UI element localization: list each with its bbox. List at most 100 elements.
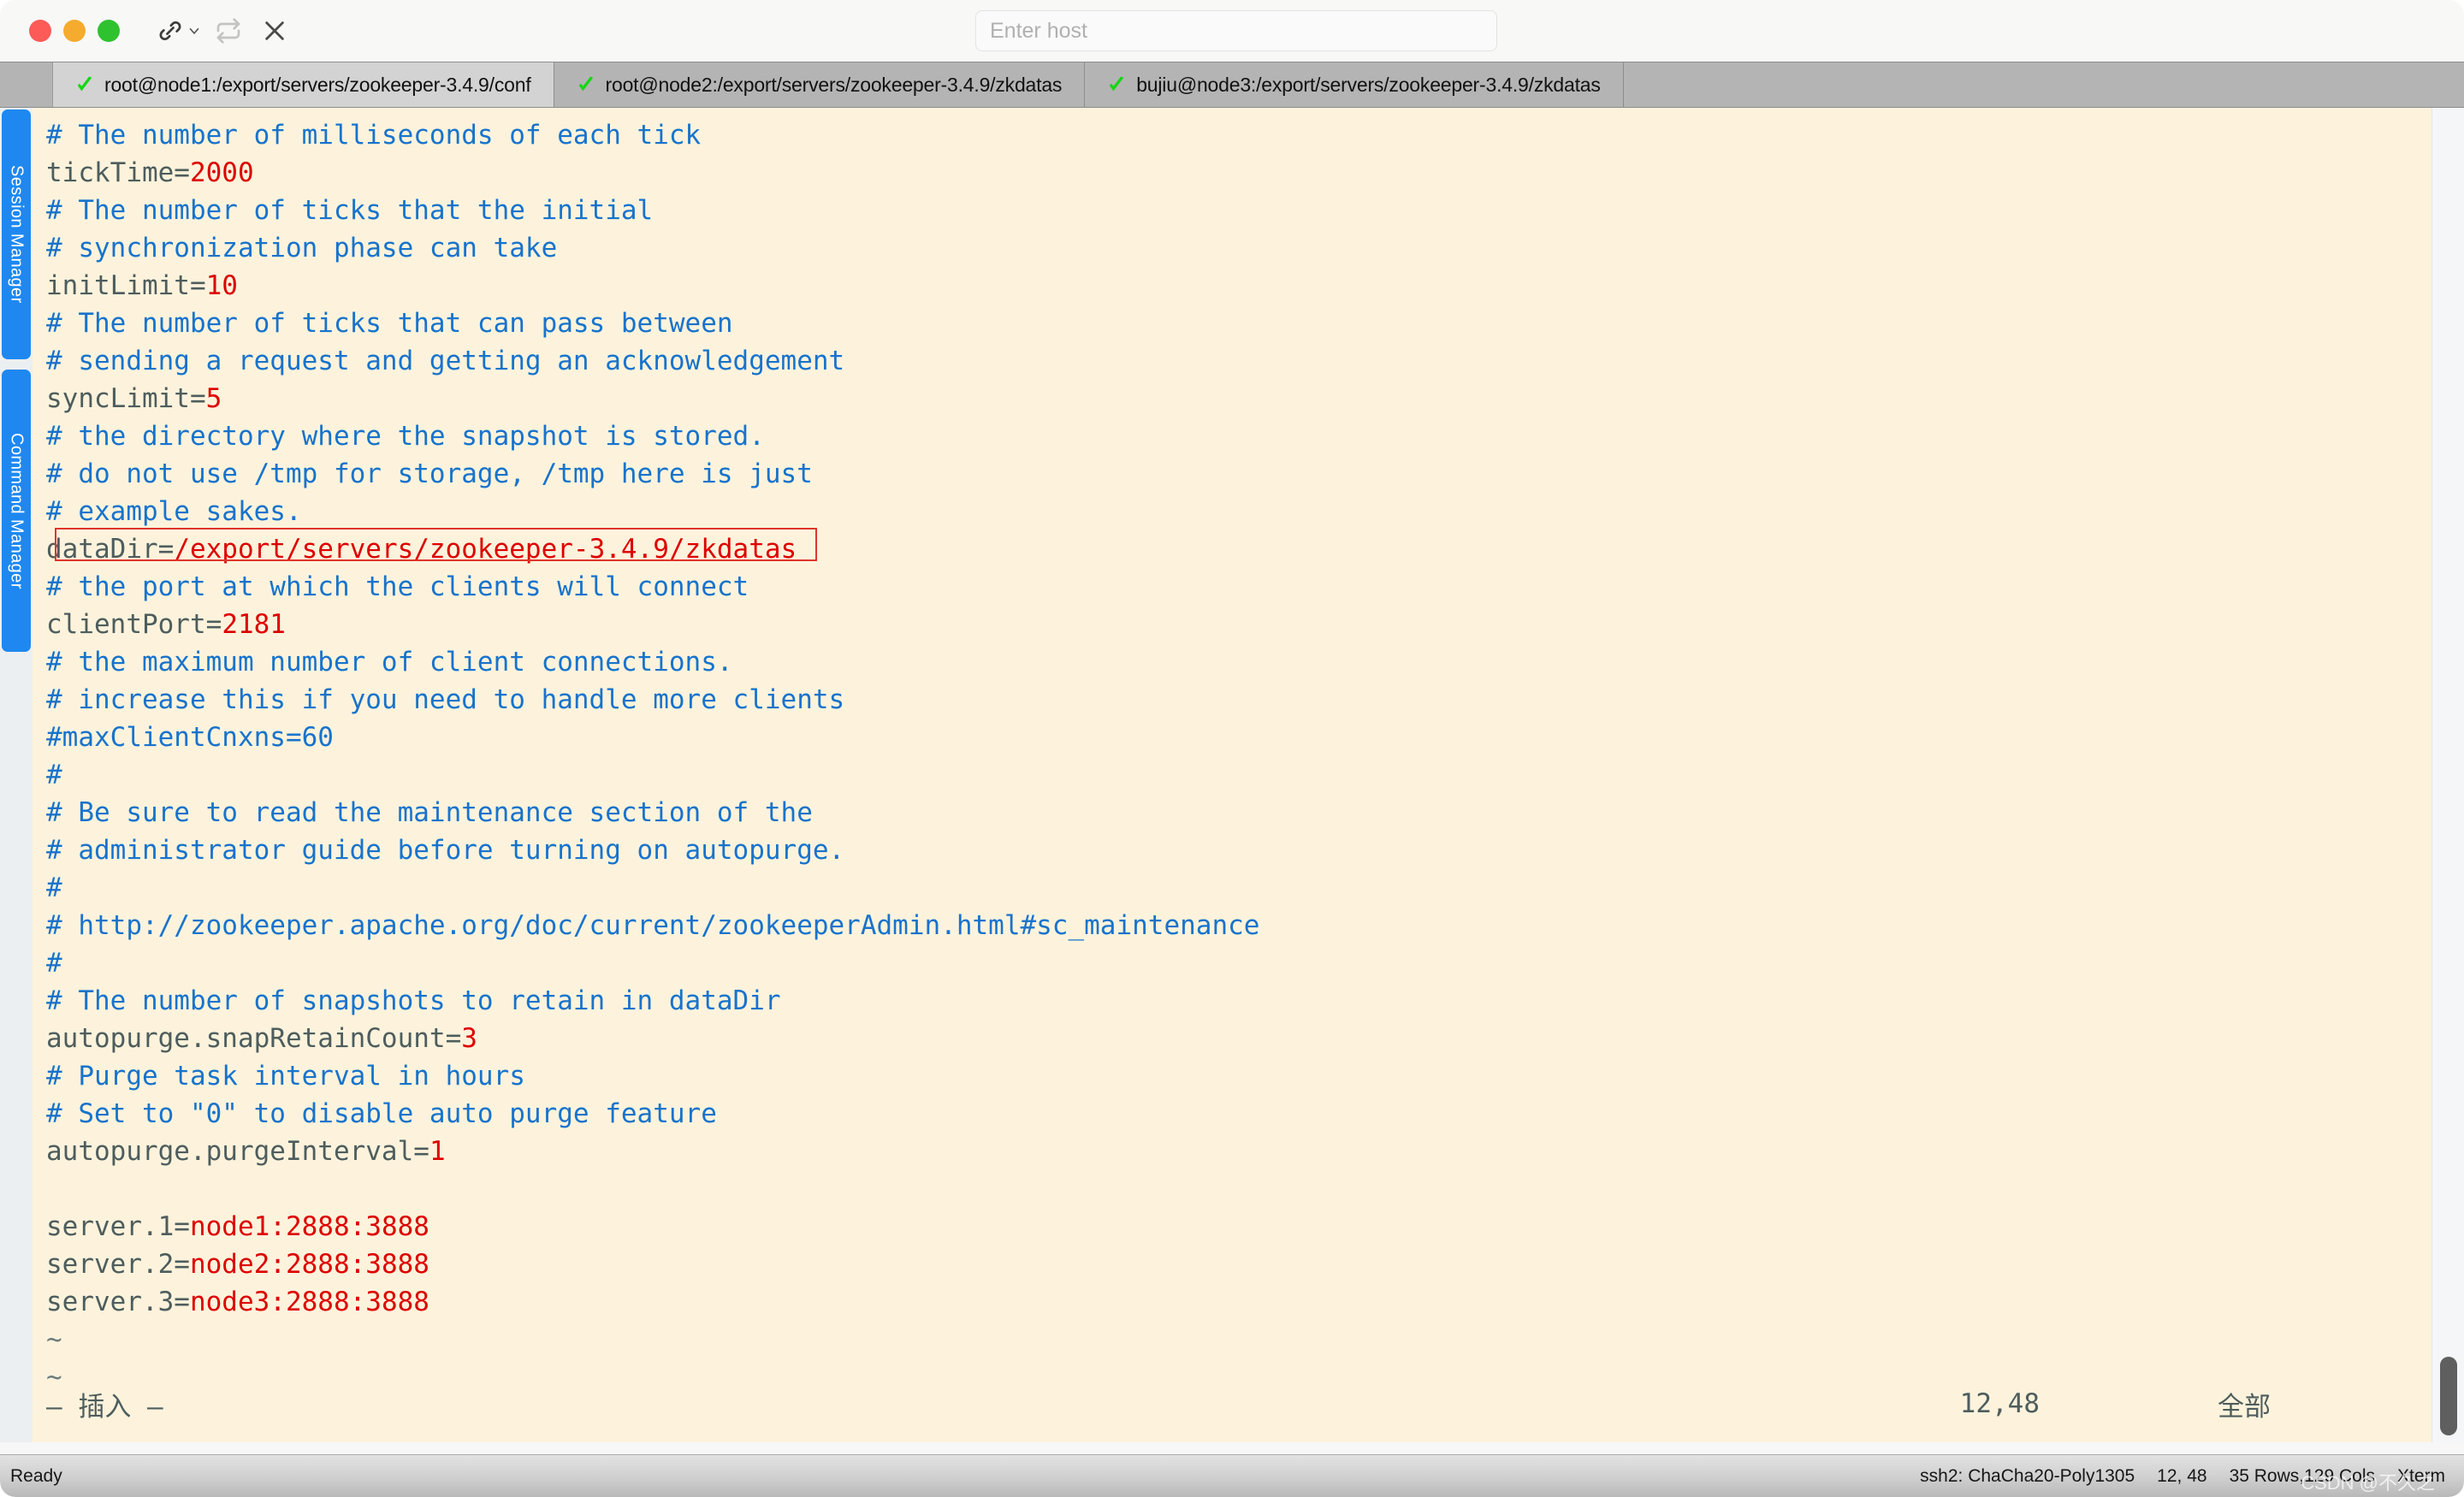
close-window-button[interactable] bbox=[29, 20, 51, 42]
terminal-span-val: 2000 bbox=[189, 157, 254, 188]
title-bar bbox=[0, 0, 2464, 62]
session-tab-label: bujiu@node3:/export/servers/zookeeper-3.… bbox=[1136, 73, 1601, 96]
terminal-span-comment: # http://zookeeper.apache.org/doc/curren… bbox=[46, 910, 1260, 941]
terminal-span-comment: # the directory where the snapshot is st… bbox=[46, 421, 765, 452]
reconnect-button[interactable] bbox=[209, 9, 248, 53]
vim-status-line: — 插入 — 12,48 全部 bbox=[46, 1384, 2408, 1423]
terminal-line: # synchronization phase can take bbox=[46, 229, 2431, 267]
terminal-line: autopurge.purgeInterval=1 bbox=[46, 1133, 2431, 1170]
terminal-span-val: 3 bbox=[461, 1023, 477, 1054]
status-right-group: ssh2: ChaCha20-Poly1305 12, 48 35 Rows,1… bbox=[1920, 1466, 2445, 1487]
traffic-lights bbox=[29, 20, 120, 42]
terminal-line: # The number of ticks that can pass betw… bbox=[46, 305, 2431, 342]
terminal-line: # example sakes. bbox=[46, 493, 2431, 530]
check-icon bbox=[77, 76, 92, 92]
terminal-span-comment: # synchronization phase can take bbox=[46, 233, 558, 263]
terminal-span-comment: # bbox=[46, 873, 62, 903]
sidebar-item-session-manager[interactable]: Session Manager bbox=[2, 109, 31, 359]
session-tab-node1[interactable]: root@node1:/export/servers/zookeeper-3.4… bbox=[53, 62, 554, 107]
terminal-output[interactable]: # The number of milliseconds of each tic… bbox=[33, 108, 2431, 1442]
terminal-span-comment: # Be sure to read the maintenance sectio… bbox=[46, 797, 813, 828]
terminal-span-key: autopurge.snapRetainCount= bbox=[46, 1023, 462, 1054]
terminal-span-key: dataDir= bbox=[46, 534, 175, 565]
maximize-window-button[interactable] bbox=[98, 20, 120, 42]
terminal-line: # Purge task interval in hours bbox=[46, 1057, 2431, 1095]
session-tab-label: root@node2:/export/servers/zookeeper-3.4… bbox=[605, 73, 1063, 96]
link-icon bbox=[156, 16, 185, 45]
terminal-line: # increase this if you need to handle mo… bbox=[46, 681, 2431, 719]
session-tab-strip: root@node1:/export/servers/zookeeper-3.4… bbox=[0, 62, 2464, 108]
terminal-span-val: /export/servers/zookeeper-3.4.9/zkdatas bbox=[174, 534, 797, 565]
connect-button[interactable] bbox=[156, 9, 202, 53]
terminal-span-comment: # The number of snapshots to retain in d… bbox=[46, 985, 781, 1016]
terminal-span-val: 5 bbox=[205, 383, 222, 414]
app-window: root@node1:/export/servers/zookeeper-3.4… bbox=[0, 0, 2464, 1497]
terminal-span-comment: #maxClientCnxns=60 bbox=[46, 722, 334, 753]
terminal-line: # sending a request and getting an ackno… bbox=[46, 342, 2431, 380]
terminal-line: dataDir=/export/servers/zookeeper-3.4.9/… bbox=[46, 530, 2431, 568]
terminal-line: # do not use /tmp for storage, /tmp here… bbox=[46, 455, 2431, 493]
terminal-span-comment: # administrator guide before turning on … bbox=[46, 835, 845, 866]
app-status-bar: Ready ssh2: ChaCha20-Poly1305 12, 48 35 … bbox=[0, 1454, 2464, 1497]
terminal-line: syncLimit=5 bbox=[46, 380, 2431, 417]
tab-strip-empty-area bbox=[1623, 62, 2464, 107]
toolbar bbox=[156, 9, 294, 53]
left-dock: Session Manager Command Manager bbox=[0, 108, 33, 1442]
disconnect-button[interactable] bbox=[255, 9, 294, 53]
terminal-span-tilde: ~ bbox=[46, 1324, 62, 1355]
terminal-span-key: clientPort= bbox=[46, 609, 222, 640]
terminal-span-comment: # the port at which the clients will con… bbox=[46, 571, 749, 602]
terminal-span-val: 10 bbox=[205, 270, 238, 301]
terminal-span-key: server.3= bbox=[46, 1287, 190, 1317]
tab-strip-lead bbox=[0, 62, 53, 107]
terminal-line: server.2=node2:2888:3888 bbox=[46, 1246, 2431, 1283]
terminal-line: # bbox=[46, 756, 2431, 794]
terminal-scrollbar-thumb[interactable] bbox=[2440, 1357, 2457, 1435]
terminal-line: tickTime=2000 bbox=[46, 154, 2431, 192]
terminal-span-comment: # the maximum number of client connectio… bbox=[46, 647, 733, 677]
check-icon bbox=[578, 76, 593, 92]
terminal-line: # http://zookeeper.apache.org/doc/curren… bbox=[46, 907, 2431, 944]
terminal-span-comment: # increase this if you need to handle mo… bbox=[46, 684, 845, 715]
vim-cursor-position: 12,48 bbox=[1959, 1388, 2040, 1419]
terminal-line: # the maximum number of client connectio… bbox=[46, 643, 2431, 681]
terminal-line-list: # The number of milliseconds of each tic… bbox=[46, 116, 2431, 1396]
status-emulation-label: Xterm bbox=[2396, 1465, 2445, 1486]
terminal-line: # bbox=[46, 944, 2431, 982]
chevron-down-icon bbox=[187, 23, 202, 38]
terminal-span-key: initLimit= bbox=[46, 270, 206, 301]
terminal-span-val: node1:2888:3888 bbox=[189, 1211, 429, 1242]
sidebar-item-command-manager[interactable]: Command Manager bbox=[2, 370, 31, 652]
terminal-line: # administrator guide before turning on … bbox=[46, 831, 2431, 869]
terminal-line: autopurge.snapRetainCount=3 bbox=[46, 1020, 2431, 1057]
terminal-span-comment: # Set to "0" to disable auto purge featu… bbox=[46, 1098, 717, 1129]
vim-mode-indicator: — 插入 — bbox=[46, 1391, 163, 1423]
command-manager-label: Command Manager bbox=[7, 432, 27, 589]
host-field-wrapper bbox=[975, 10, 1497, 51]
terminal-span-comment: # Purge task interval in hours bbox=[46, 1061, 525, 1092]
terminal-span-comment: # The number of ticks that can pass betw… bbox=[46, 308, 733, 339]
session-tab-node2[interactable]: root@node2:/export/servers/zookeeper-3.4… bbox=[554, 62, 1086, 107]
terminal-line: # Be sure to read the maintenance sectio… bbox=[46, 794, 2431, 831]
terminal-span-val: node3:2888:3888 bbox=[189, 1287, 429, 1317]
terminal-span-key: autopurge.purgeInterval= bbox=[46, 1136, 429, 1167]
terminal-line: #maxClientCnxns=60 bbox=[46, 719, 2431, 756]
host-input[interactable] bbox=[975, 10, 1497, 51]
close-icon bbox=[261, 17, 288, 44]
terminal-line: # bbox=[46, 869, 2431, 907]
terminal-scrollbar[interactable] bbox=[2431, 108, 2464, 1442]
terminal-span-comment: # example sakes. bbox=[46, 496, 302, 527]
terminal-line: # the port at which the clients will con… bbox=[46, 568, 2431, 606]
session-manager-label: Session Manager bbox=[7, 165, 27, 304]
terminal-span-comment: # bbox=[46, 948, 62, 979]
terminal-span-val: 2181 bbox=[222, 609, 286, 640]
session-tab-node3[interactable]: bujiu@node3:/export/servers/zookeeper-3.… bbox=[1085, 62, 1624, 107]
terminal-line: # The number of ticks that the initial bbox=[46, 192, 2431, 229]
terminal-span-comment: # sending a request and getting an ackno… bbox=[46, 346, 845, 376]
minimize-window-button[interactable] bbox=[63, 20, 86, 42]
terminal-line: server.3=node3:2888:3888 bbox=[46, 1283, 2431, 1321]
terminal-line: # The number of snapshots to retain in d… bbox=[46, 982, 2431, 1020]
terminal-line: # the directory where the snapshot is st… bbox=[46, 417, 2431, 455]
terminal-span-comment: # bbox=[46, 760, 62, 790]
